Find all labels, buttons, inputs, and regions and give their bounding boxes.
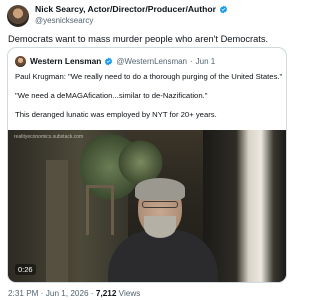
author-info: Nick Searcy, Actor/Director/Producer/Aut… xyxy=(35,4,228,26)
quote-author-avatar xyxy=(15,55,26,67)
author-name[interactable]: Nick Searcy, Actor/Director/Producer/Aut… xyxy=(35,4,216,15)
tweet-text: Democrats want to mass murder people who… xyxy=(8,34,269,44)
quote-text: Paul Krugman: "We really need to do a th… xyxy=(15,72,286,120)
views-count: 7,212 xyxy=(95,289,117,298)
quote-author-handle: @WesternLensman xyxy=(116,56,187,66)
video-person-beard xyxy=(144,216,176,238)
quote-header: Western Lensman @WesternLensman · Jun 1 xyxy=(15,54,286,68)
author-avatar[interactable] xyxy=(7,5,29,27)
video-watermark: realityeconomics.substack.com xyxy=(14,134,84,140)
tweet-time[interactable]: 2:31 PM xyxy=(8,289,39,298)
video-background-chair xyxy=(86,185,114,235)
quote-date: Jun 1 xyxy=(195,56,216,66)
video-background-door xyxy=(46,160,68,282)
quote-line-3: This deranged lunatic was employed by NY… xyxy=(15,110,217,119)
meta-separator: · xyxy=(40,289,44,298)
tweet-meta: 2:31 PM · Jun 1, 2026 · 7,212 Views xyxy=(8,289,140,298)
quote-author-name: Western Lensman xyxy=(30,56,102,66)
quote-line-2: "We need a deMAGAfication...similar to d… xyxy=(15,91,208,100)
video-timestamp: 0:26 xyxy=(15,264,36,275)
video-person-glasses xyxy=(142,201,178,208)
tweet-date[interactable]: Jun 1, 2026 xyxy=(46,289,89,298)
quote-line-1: Paul Krugman: "We really need to do a th… xyxy=(15,72,283,81)
author-name-row: Nick Searcy, Actor/Director/Producer/Aut… xyxy=(35,4,228,15)
video-player[interactable]: realityeconomics.substack.com 0:26 xyxy=(8,130,286,282)
quote-separator: · xyxy=(190,56,193,66)
quoted-tweet[interactable]: Western Lensman @WesternLensman · Jun 1 … xyxy=(7,47,287,283)
verified-badge-icon xyxy=(105,57,113,65)
video-person-hair xyxy=(135,178,185,200)
views-label: Views xyxy=(118,289,141,298)
author-handle[interactable]: @yesnicksearcy xyxy=(35,15,228,26)
tweet-header: Nick Searcy, Actor/Director/Producer/Aut… xyxy=(7,4,287,30)
verified-badge-icon xyxy=(219,5,228,14)
meta-separator: · xyxy=(90,289,94,298)
